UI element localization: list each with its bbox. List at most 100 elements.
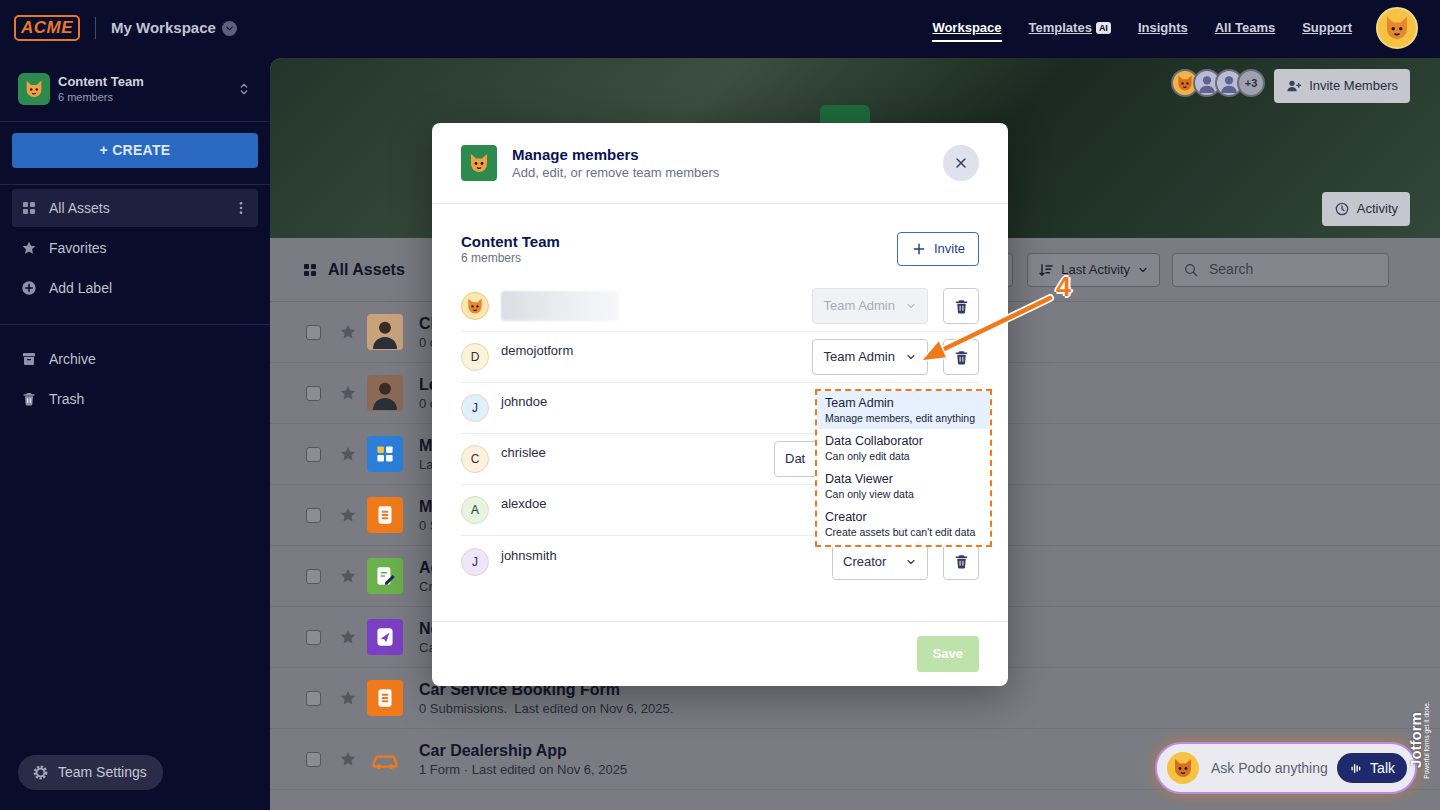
team-switcher[interactable]: Content Team6 members [0, 56, 270, 122]
role-option-label[interactable]: Data Collaborator [825, 434, 982, 449]
role-option[interactable]: Data CollaboratorCan only edit data [817, 429, 990, 467]
asset-thumbnail [367, 375, 403, 411]
form-icon [372, 502, 398, 528]
activity-button[interactable]: Activity [1322, 192, 1410, 226]
asset-thumbnail [367, 680, 403, 716]
invite-members-label[interactable]: Invite Members [1309, 76, 1398, 96]
asset-thumbnail [367, 741, 403, 777]
asset-checkbox[interactable] [306, 386, 321, 401]
workspace-switcher[interactable]: My Workspace [111, 17, 237, 40]
talk-button[interactable]: Talk [1337, 753, 1407, 783]
role-option-label[interactable]: Creator [825, 510, 982, 525]
nav-link[interactable]: Templates AI [1029, 14, 1111, 43]
brand-logo[interactable]: ACME [14, 15, 80, 41]
role-select[interactable]: Team Admin [812, 339, 928, 375]
role-option[interactable]: Data ViewerCan only view data [817, 467, 990, 505]
nav-link[interactable]: Workspace [932, 14, 1001, 43]
workspace-dropdown[interactable] [222, 21, 237, 36]
member-row: DdemojotformTeam Admin [461, 332, 979, 383]
nav-link[interactable]: Insights [1138, 14, 1188, 43]
talk-label[interactable]: Talk [1370, 758, 1395, 779]
assistant-avatar [1167, 752, 1199, 784]
asset-title[interactable]: Car Dealership App [419, 741, 627, 761]
more-members-count[interactable]: +3 [1237, 69, 1265, 97]
nav-link[interactable]: Support [1302, 14, 1352, 43]
favorite-star-icon[interactable] [339, 506, 357, 524]
remove-member-button[interactable] [943, 288, 979, 324]
sidebar-item-label[interactable]: All Assets [49, 198, 221, 219]
sidebar-item[interactable]: Favorites [12, 229, 258, 267]
asset-checkbox[interactable] [306, 691, 321, 706]
sidebar-item[interactable]: Trash [12, 380, 258, 418]
role-label[interactable]: Creator [843, 552, 886, 572]
assistant-prompt[interactable]: Ask Podo anything [1211, 758, 1328, 779]
asset-thumbnail [367, 436, 403, 472]
role-label[interactable]: Team Admin [823, 347, 895, 367]
remove-member-button[interactable] [943, 544, 979, 580]
nav-label[interactable]: Support [1302, 20, 1352, 35]
asset-thumbnail [367, 558, 403, 594]
role-option[interactable]: CreatorCreate assets but can't edit data [817, 505, 990, 543]
chevron-down-icon [905, 300, 917, 312]
sort-dropdown[interactable]: Last Activity [1027, 253, 1160, 287]
nav-label[interactable]: Workspace [932, 20, 1001, 35]
nav-label[interactable]: Templates [1029, 20, 1092, 35]
role-option-label[interactable]: Team Admin [825, 396, 982, 411]
role-option-description: Manage members, edit anything [825, 411, 982, 425]
remove-member-button[interactable] [943, 339, 979, 375]
favorite-star-icon[interactable] [339, 750, 357, 768]
user-avatar[interactable] [1376, 7, 1418, 49]
invite-members-button[interactable]: Invite Members [1274, 69, 1410, 103]
workspace-name[interactable]: My Workspace [111, 17, 216, 40]
invite-label[interactable]: Invite [934, 239, 965, 259]
nav-label[interactable]: All Teams [1215, 20, 1275, 35]
search-input[interactable] [1207, 258, 1378, 281]
favorite-star-icon[interactable] [339, 689, 357, 707]
asset-checkbox[interactable] [306, 569, 321, 584]
role-option[interactable]: Team AdminManage members, edit anything [817, 391, 990, 429]
nav-label[interactable]: Insights [1138, 20, 1188, 35]
favorite-star-icon[interactable] [339, 567, 357, 585]
role-label[interactable]: Dat [785, 449, 805, 469]
asset-checkbox[interactable] [306, 630, 321, 645]
sidebar-item[interactable]: Add Label [12, 269, 258, 307]
kebab-menu-icon [233, 200, 249, 216]
asset-checkbox[interactable] [306, 752, 321, 767]
search-box[interactable] [1172, 253, 1389, 287]
top-bar: ACME My Workspace Workspace Templates AI Insi… [0, 0, 1440, 56]
invite-button[interactable]: Invite [897, 232, 979, 266]
team-settings-button[interactable]: Team Settings [18, 755, 163, 790]
sidebar-item-label[interactable]: Archive [49, 349, 249, 370]
mascot-icon [23, 78, 45, 100]
favorite-star-icon[interactable] [339, 628, 357, 646]
sidebar-item-label[interactable]: Add Label [49, 278, 249, 299]
role-select-wrapper: Team Admin [812, 339, 928, 375]
ai-assistant-bar[interactable]: Ask Podo anything Talk [1155, 742, 1417, 794]
sidebar-item-label[interactable]: Favorites [49, 238, 249, 259]
role-select[interactable]: Creator [832, 544, 928, 580]
favorite-star-icon[interactable] [339, 445, 357, 463]
asset-checkbox[interactable] [306, 508, 321, 523]
member-avatars[interactable]: +3 [1171, 69, 1265, 97]
team-name: Content Team [58, 74, 236, 90]
mascot-icon [1171, 756, 1195, 780]
favorite-star-icon[interactable] [339, 323, 357, 341]
nav-link[interactable]: All Teams [1215, 14, 1275, 43]
sort-icon [1038, 262, 1054, 278]
sidebar-item[interactable]: All Assets [12, 189, 258, 227]
sidebar-item[interactable]: Archive [12, 340, 258, 378]
trash-icon [953, 349, 970, 366]
close-button[interactable] [943, 145, 979, 181]
sidebar-item-label[interactable]: Trash [49, 389, 249, 410]
role-option-label[interactable]: Data Viewer [825, 472, 982, 487]
activity-label[interactable]: Activity [1357, 199, 1398, 219]
sidebar: Content Team6 members + CREATE All Assets F… [0, 56, 270, 810]
favorite-star-icon[interactable] [339, 384, 357, 402]
create-button[interactable]: + CREATE [12, 133, 258, 168]
ai-badge: AI [1096, 22, 1111, 34]
chevron-down-icon [224, 23, 235, 34]
sort-label[interactable]: Last Activity [1061, 260, 1130, 280]
team-settings-label[interactable]: Team Settings [58, 762, 147, 783]
asset-checkbox[interactable] [306, 447, 321, 462]
asset-checkbox[interactable] [306, 325, 321, 340]
